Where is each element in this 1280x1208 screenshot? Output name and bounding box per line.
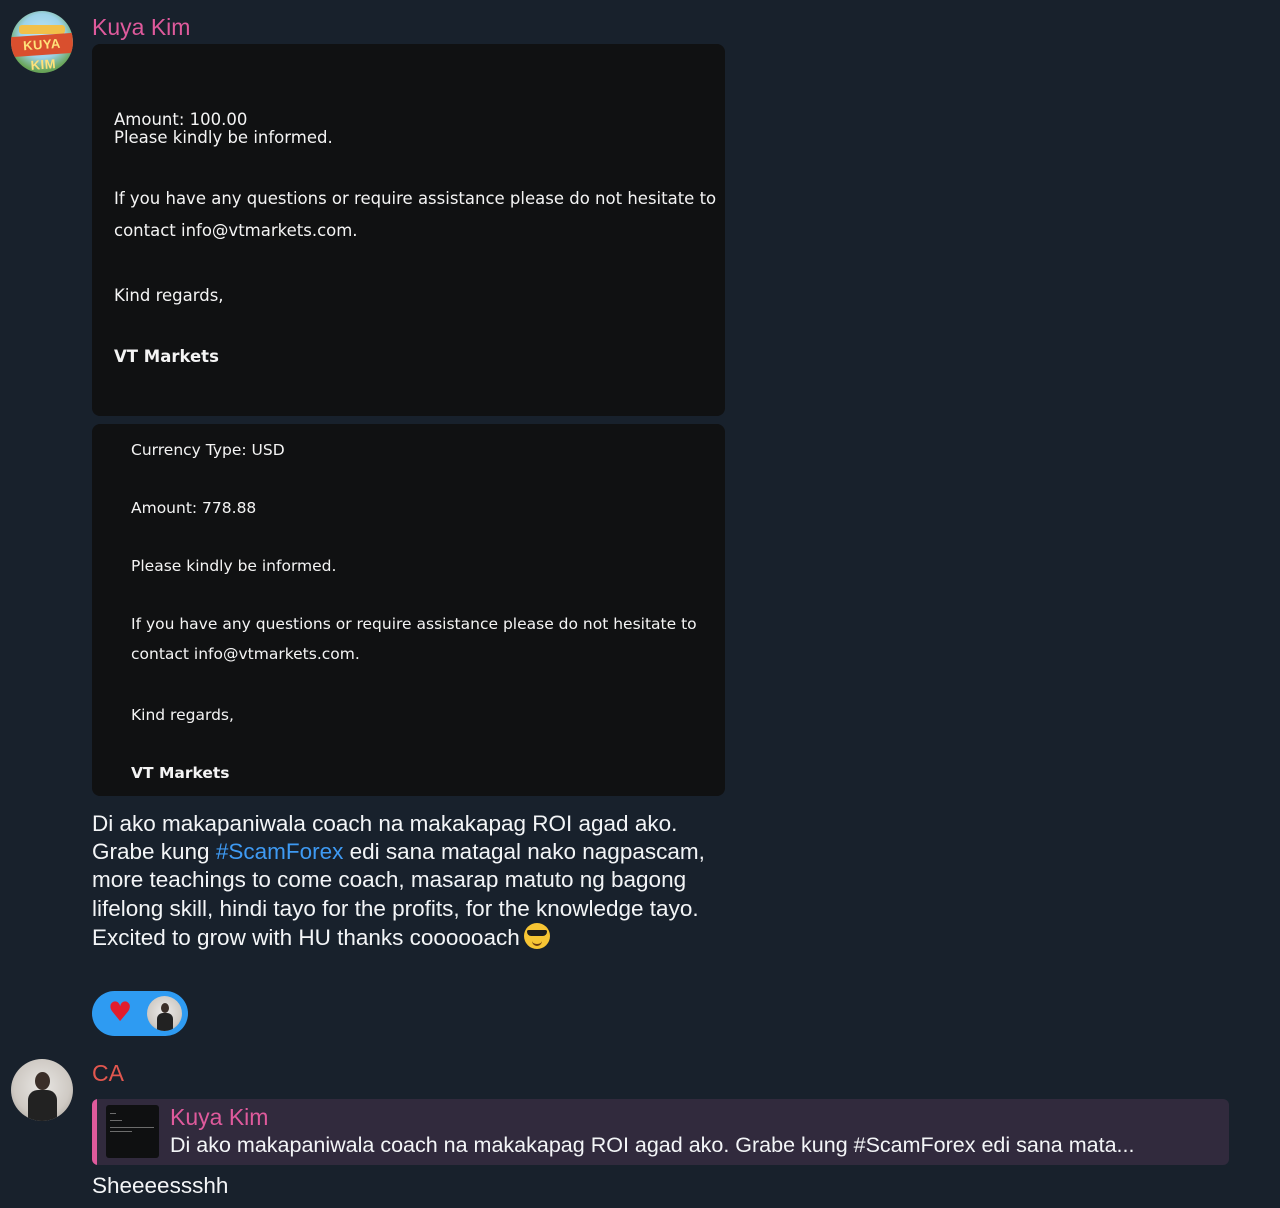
heart-icon: ♥ [108, 997, 133, 1028]
attached-image-1[interactable]: Amount: 100.00 Please kindly be informed… [92, 44, 725, 416]
image-text-line: Amount: 778.88 [131, 499, 257, 517]
avatar-logo-text: KUYA KIM [11, 32, 73, 73]
reply-quote[interactable]: Kuya Kim Di ako makapaniwala coach na ma… [92, 1099, 1229, 1165]
hashtag-link[interactable]: #ScamForex [216, 839, 344, 864]
message-text: Sheeeessshh [92, 1173, 229, 1198]
attached-image-2[interactable]: Currency Type: USD Amount: 778.88 Please… [92, 424, 725, 796]
image-text-line: VT Markets [114, 347, 219, 366]
avatar-kuya-kim[interactable]: KUYA KIM [11, 11, 73, 73]
image-text-line: Amount: 100.00 [114, 110, 248, 129]
image-text-line: Kind regards, [131, 706, 234, 724]
image-text-line: contact info@vtmarkets.com. [114, 221, 358, 240]
reply-sender-name: Kuya Kim [170, 1104, 269, 1130]
avatar-logo-decoration [19, 25, 65, 34]
sender-name[interactable]: CA [92, 1058, 124, 1088]
image-text-line: If you have any questions or require ass… [114, 189, 717, 208]
image-text-line: Kind regards, [114, 286, 224, 305]
message-text: Di ako makapaniwala coach na makakapag R… [92, 810, 732, 952]
image-text-line: VT Markets [131, 764, 230, 782]
reply-thumbnail [106, 1105, 159, 1158]
reaction-badge[interactable]: ♥ [92, 991, 188, 1036]
image-text-line: If you have any questions or require ass… [131, 615, 697, 633]
sender-name[interactable]: Kuya Kim [92, 12, 190, 42]
reactor-avatar [147, 996, 182, 1031]
image-text-line: contact info@vtmarkets.com. [131, 645, 360, 663]
reply-preview-text: Di ako makapaniwala coach na makakapag R… [170, 1133, 1135, 1157]
image-text-line: Please kindly be informed. [131, 557, 337, 575]
image-text-line: Please kindly be informed. [114, 128, 333, 147]
avatar-ca[interactable] [11, 1059, 73, 1121]
reply-accent-bar [92, 1099, 97, 1165]
sunglasses-emoji-icon [523, 922, 550, 949]
image-text-line: Currency Type: USD [131, 441, 285, 459]
